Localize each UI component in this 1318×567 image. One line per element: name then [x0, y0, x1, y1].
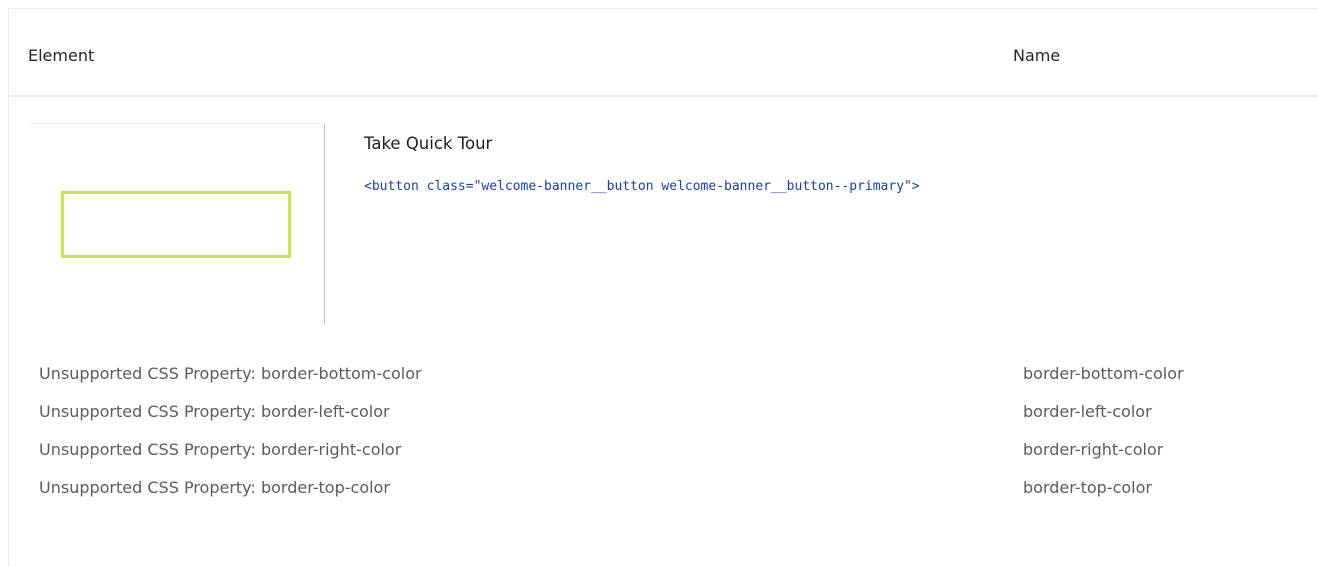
issues-panel: Element Name Take Quick Tour <button cla… [8, 8, 1318, 567]
issue-property-name: border-bottom-color [1023, 364, 1184, 383]
issue-description: Unsupported CSS Property: border-right-c… [39, 440, 402, 459]
issue-list: Unsupported CSS Property: border-bottom-… [9, 356, 1318, 508]
element-highlight-box [61, 191, 291, 258]
table-row: Unsupported CSS Property: border-bottom-… [9, 356, 1318, 394]
issue-property-name: border-top-color [1023, 478, 1152, 497]
element-thumbnail[interactable] [29, 123, 325, 324]
table-header: Element Name [9, 9, 1318, 97]
issue-description: Unsupported CSS Property: border-bottom-… [39, 364, 422, 383]
table-row: Unsupported CSS Property: border-left-co… [9, 394, 1318, 432]
column-header-element: Element [28, 46, 95, 65]
element-title: Take Quick Tour [364, 134, 493, 153]
issue-property-name: border-left-color [1023, 402, 1152, 421]
issue-property-name: border-right-color [1023, 440, 1164, 459]
element-code-snippet[interactable]: <button class="welcome-banner__button we… [364, 171, 924, 203]
issue-description: Unsupported CSS Property: border-left-co… [39, 402, 390, 421]
table-row: Unsupported CSS Property: border-right-c… [9, 432, 1318, 470]
table-row: Unsupported CSS Property: border-top-col… [9, 470, 1318, 508]
issue-description: Unsupported CSS Property: border-top-col… [39, 478, 390, 497]
column-header-name: Name [1013, 46, 1061, 65]
